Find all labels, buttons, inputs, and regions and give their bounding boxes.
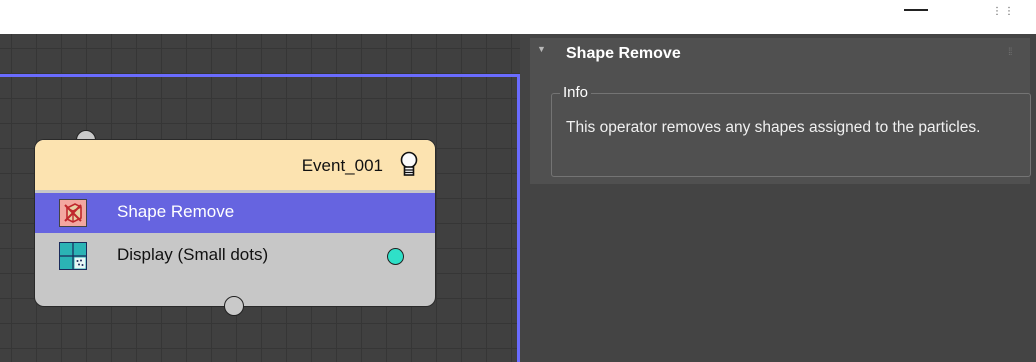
output-socket[interactable]: [387, 248, 404, 265]
info-text: This operator removes any shapes assigne…: [566, 119, 981, 136]
lightbulb-icon[interactable]: [397, 150, 421, 178]
operator-display[interactable]: Display (Small dots): [35, 236, 435, 276]
info-group-title: Info: [560, 84, 592, 101]
operator-label: Shape Remove: [117, 202, 235, 221]
graph-focus-border: [0, 74, 520, 77]
event-title: Event_001: [301, 156, 383, 175]
rollout-collapse-icon[interactable]: ▼: [537, 44, 546, 54]
event-output-socket[interactable]: [224, 296, 244, 316]
event-node[interactable]: Event_001 Shape Remove Display (Small do…: [35, 140, 435, 306]
operator-shape-remove[interactable]: Shape Remove: [35, 193, 435, 233]
rollout-grip-icon[interactable]: ⁞⁞: [1008, 47, 1012, 58]
minimize-icon[interactable]: [904, 9, 928, 11]
restore-icon[interactable]: ⋮⋮: [992, 6, 1016, 17]
event-node-header[interactable]: Event_001: [35, 140, 435, 190]
operator-label: Display (Small dots): [117, 245, 269, 264]
shape-remove-icon: [59, 199, 87, 227]
rollout-title[interactable]: Shape Remove: [566, 45, 681, 63]
title-bar: ⋮⋮: [0, 0, 1036, 34]
display-icon: [59, 242, 87, 270]
